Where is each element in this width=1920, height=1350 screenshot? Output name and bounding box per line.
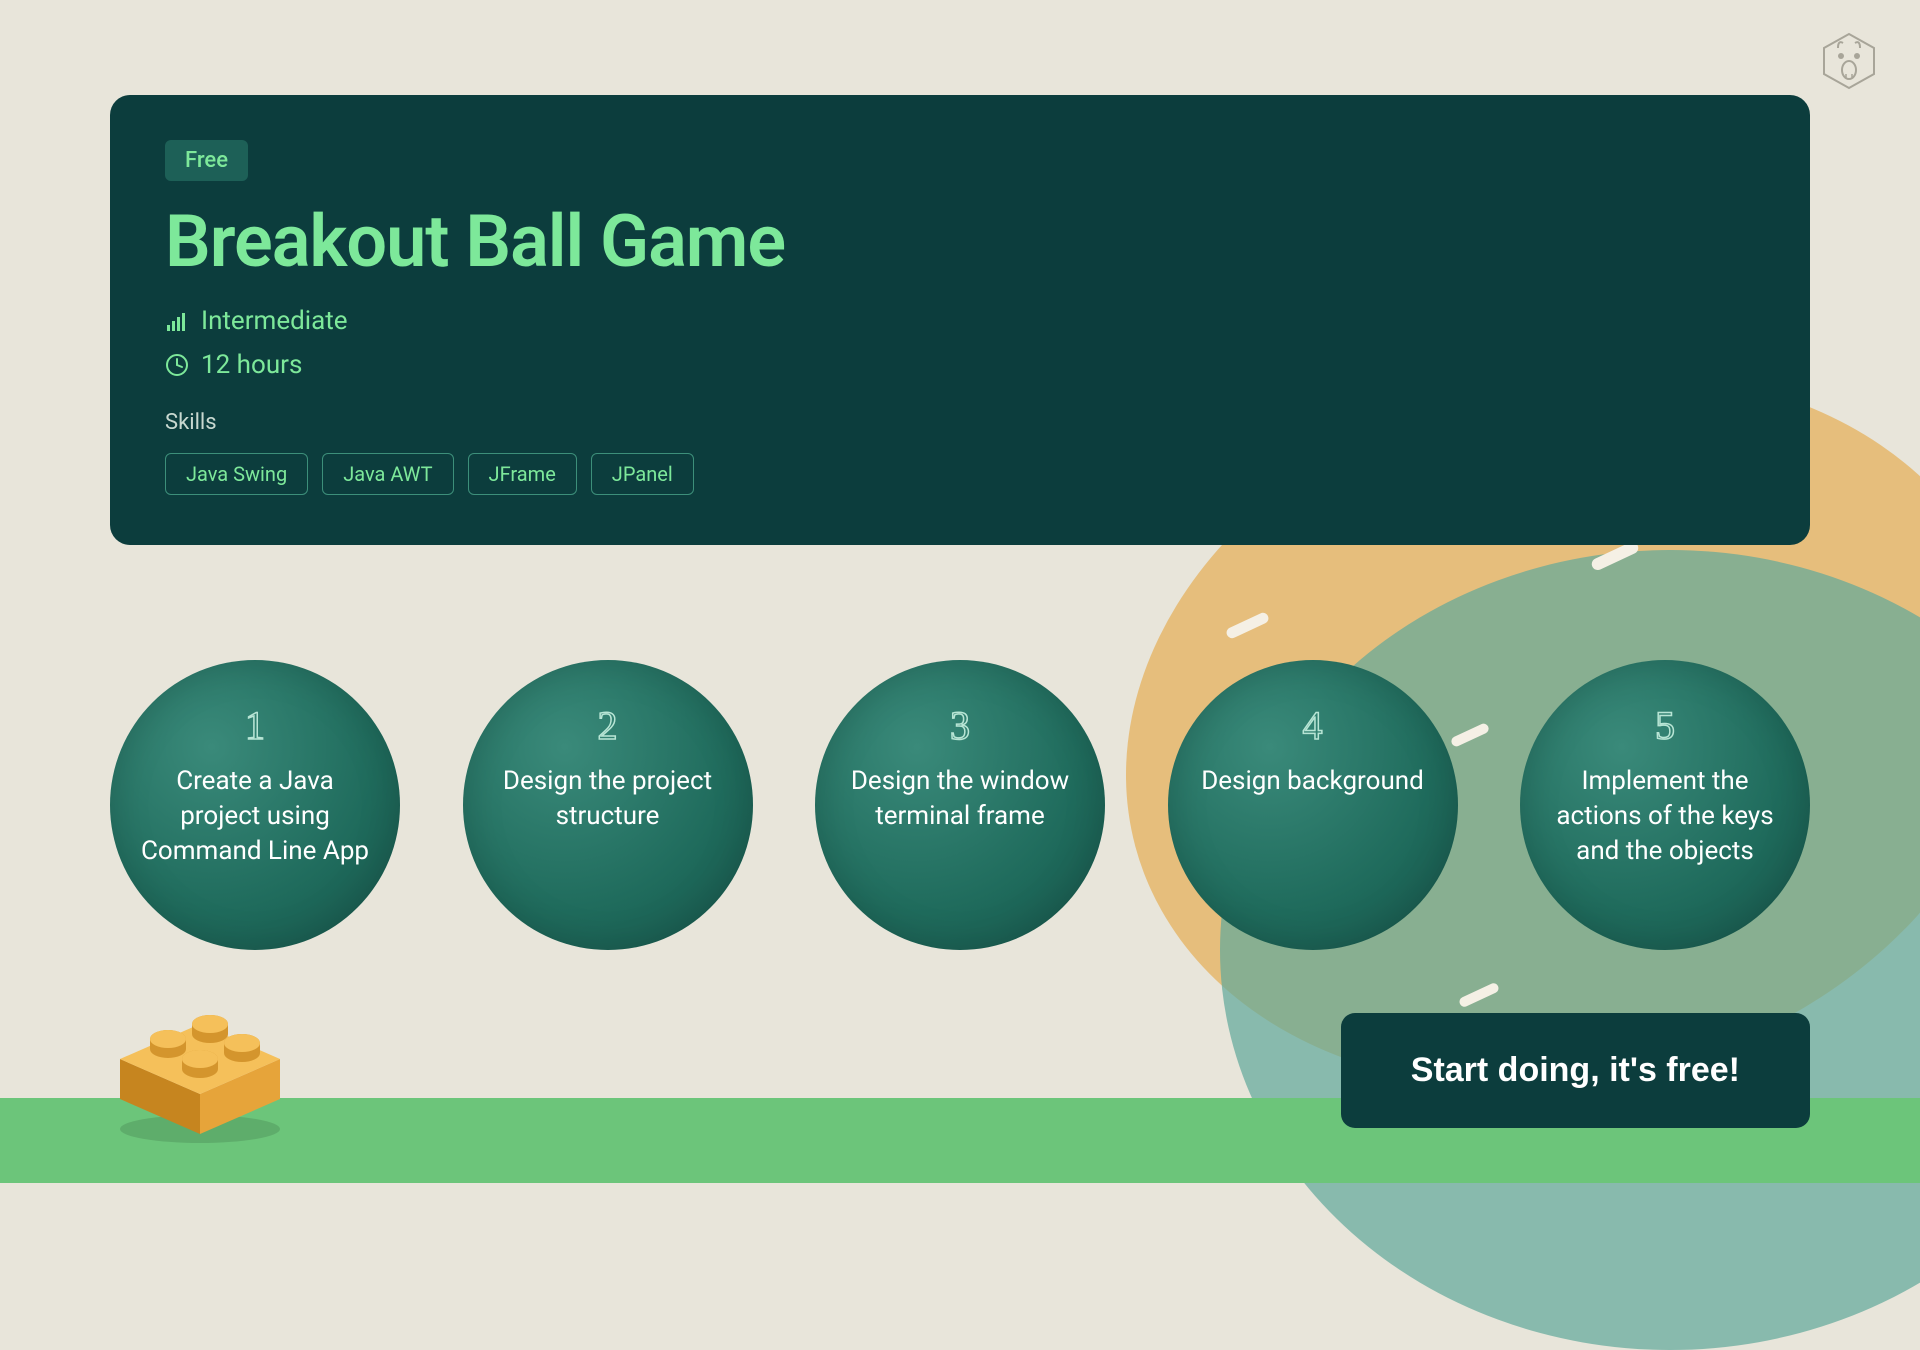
skill-chip[interactable]: Java AWT <box>322 453 453 495</box>
steps-row: 1 Create a Java project using Command Li… <box>110 660 1810 950</box>
start-cta-button[interactable]: Start doing, it's free! <box>1341 1013 1810 1128</box>
step-circle-4[interactable]: 4 Design background <box>1168 660 1458 950</box>
skills-row: Java Swing Java AWT JFrame JPanel <box>165 453 1755 495</box>
skills-label: Skills <box>165 410 1755 435</box>
level-row: Intermediate <box>165 306 1755 336</box>
skill-chip[interactable]: JFrame <box>468 453 577 495</box>
clock-icon <box>165 353 189 377</box>
step-text: Implement the actions of the keys and th… <box>1520 764 1810 869</box>
skill-chip[interactable]: JPanel <box>591 453 694 495</box>
step-circle-3[interactable]: 3 Design the window terminal frame <box>815 660 1105 950</box>
step-number: 3 <box>950 702 970 749</box>
step-text: Design background <box>1176 764 1449 799</box>
duration-row: 12 hours <box>165 350 1755 380</box>
step-number: 4 <box>1303 702 1323 749</box>
brand-logo-icon <box>1818 30 1880 96</box>
duration-text: 12 hours <box>201 350 302 380</box>
lego-brick-icon <box>100 979 300 1153</box>
step-circle-2[interactable]: 2 Design the project structure <box>463 660 753 950</box>
step-number: 5 <box>1655 702 1675 749</box>
step-number: 2 <box>598 702 618 749</box>
step-number: 1 <box>245 702 265 749</box>
hero-card: Free Breakout Ball Game Intermediate 12 … <box>110 95 1810 545</box>
step-text: Design the window terminal frame <box>815 764 1105 834</box>
level-bars-icon <box>165 309 189 333</box>
step-circle-5[interactable]: 5 Implement the actions of the keys and … <box>1520 660 1810 950</box>
level-text: Intermediate <box>201 306 348 336</box>
step-circle-1[interactable]: 1 Create a Java project using Command Li… <box>110 660 400 950</box>
free-badge: Free <box>165 140 248 181</box>
skill-chip[interactable]: Java Swing <box>165 453 308 495</box>
course-title: Breakout Ball Game <box>165 199 1755 284</box>
step-text: Design the project structure <box>463 764 753 834</box>
step-text: Create a Java project using Command Line… <box>110 764 400 869</box>
